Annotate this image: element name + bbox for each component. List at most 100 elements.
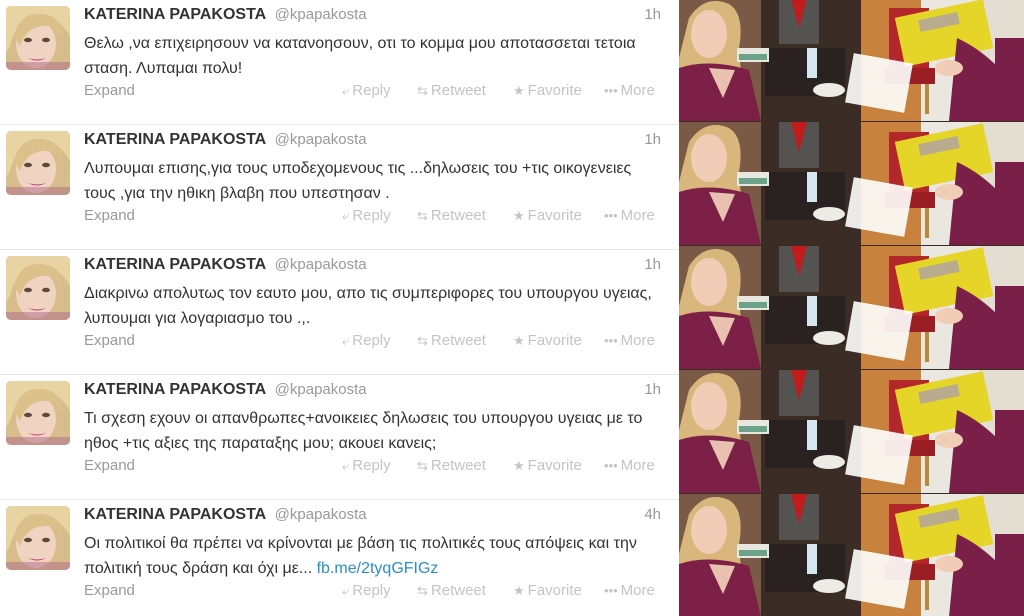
retweet-button[interactable]: ⇆ Retweet: [417, 82, 486, 99]
favorite-button[interactable]: ★ Favorite: [513, 207, 582, 224]
retweet-icon: ⇆: [417, 83, 428, 98]
tweet-item[interactable]: KATERINA PAPAKOSTA @kpapakosta 4h Οι πολ…: [0, 500, 679, 616]
reply-button[interactable]: ⤶ Reply: [342, 82, 391, 99]
tweet-text-body: Λυπουμαι επισης,για τους υποδεχομενους τ…: [84, 160, 632, 202]
reply-label: Reply: [352, 332, 391, 349]
reply-icon: ⤶: [342, 583, 350, 598]
avatar[interactable]: [6, 381, 70, 445]
more-label: More: [620, 207, 655, 224]
tweet-timestamp[interactable]: 1h: [644, 256, 661, 273]
favorite-button[interactable]: ★ Favorite: [513, 582, 582, 599]
author-handle[interactable]: @kpapakosta: [275, 381, 367, 398]
retweet-label: Retweet: [430, 82, 486, 99]
author-name[interactable]: KATERINA PAPAKOSTA: [84, 6, 266, 23]
avatar[interactable]: [6, 131, 70, 195]
retweet-button[interactable]: ⇆ Retweet: [417, 332, 486, 349]
favorite-button[interactable]: ★ Favorite: [513, 82, 582, 99]
tweet-actions: Expand ⤶ Reply ⇆ Retweet ★ Favorite ••• More: [84, 457, 661, 477]
retweet-icon: ⇆: [417, 583, 428, 598]
reply-button[interactable]: ⤶ Reply: [342, 457, 391, 474]
tweet-item[interactable]: KATERINA PAPAKOSTA @kpapakosta 1h Θελω ,…: [0, 0, 679, 125]
author-handle[interactable]: @kpapakosta: [275, 256, 367, 273]
favorite-label: Favorite: [527, 332, 582, 349]
tweet-actions: Expand ⤶ Reply ⇆ Retweet ★ Favorite ••• More: [84, 82, 661, 102]
star-icon: ★: [513, 208, 525, 223]
favorite-button[interactable]: ★ Favorite: [513, 457, 582, 474]
tweet-link[interactable]: fb.me/2tyqGFIGz: [317, 560, 439, 577]
retweet-icon: ⇆: [417, 208, 428, 223]
favorite-label: Favorite: [527, 582, 582, 599]
reply-label: Reply: [352, 82, 391, 99]
more-button[interactable]: ••• More: [604, 582, 655, 599]
tweet-actions: Expand ⤶ Reply ⇆ Retweet ★ Favorite ••• More: [84, 332, 661, 352]
tweet-text: Λυπουμαι επισης,για τους υποδεχομενους τ…: [84, 156, 654, 206]
reply-label: Reply: [352, 457, 391, 474]
tweet-timestamp[interactable]: 1h: [644, 381, 661, 398]
favorite-label: Favorite: [527, 82, 582, 99]
press-photo: [679, 0, 1024, 121]
retweet-label: Retweet: [430, 207, 486, 224]
more-dots-icon: •••: [604, 333, 618, 348]
retweet-button[interactable]: ⇆ Retweet: [417, 207, 486, 224]
reply-button[interactable]: ⤶ Reply: [342, 582, 391, 599]
more-button[interactable]: ••• More: [604, 207, 655, 224]
more-dots-icon: •••: [604, 208, 618, 223]
star-icon: ★: [513, 333, 525, 348]
reply-icon: ⤶: [342, 333, 350, 348]
tweet-text: Τι σχεση εχουν οι απανθρωπες+ανοικειες δ…: [84, 406, 654, 456]
reply-button[interactable]: ⤶ Reply: [342, 332, 391, 349]
author-handle[interactable]: @kpapakosta: [275, 506, 367, 523]
tweet-actions: Expand ⤶ Reply ⇆ Retweet ★ Favorite ••• More: [84, 207, 661, 227]
author-name[interactable]: KATERINA PAPAKOSTA: [84, 506, 266, 523]
more-label: More: [620, 82, 655, 99]
tweet-text: Οι πολιτικοί θα πρέπει να κρίνονται με β…: [84, 531, 654, 581]
retweet-button[interactable]: ⇆ Retweet: [417, 457, 486, 474]
star-icon: ★: [513, 583, 525, 598]
retweet-icon: ⇆: [417, 458, 428, 473]
tweet-timestamp[interactable]: 1h: [644, 131, 661, 148]
expand-link[interactable]: Expand: [84, 457, 135, 474]
expand-link[interactable]: Expand: [84, 332, 135, 349]
tweet-timestamp[interactable]: 1h: [644, 6, 661, 23]
author-name[interactable]: KATERINA PAPAKOSTA: [84, 381, 266, 398]
more-label: More: [620, 332, 655, 349]
photo-strip: [679, 0, 1024, 616]
press-photo: [679, 494, 1024, 616]
press-photo: [679, 370, 1024, 493]
tweet-timeline: KATERINA PAPAKOSTA @kpapakosta 1h Θελω ,…: [0, 0, 679, 616]
expand-link[interactable]: Expand: [84, 207, 135, 224]
author-name[interactable]: KATERINA PAPAKOSTA: [84, 256, 266, 273]
more-button[interactable]: ••• More: [604, 82, 655, 99]
expand-link[interactable]: Expand: [84, 82, 135, 99]
tweet-timestamp[interactable]: 4h: [644, 506, 661, 523]
more-dots-icon: •••: [604, 458, 618, 473]
avatar[interactable]: [6, 6, 70, 70]
retweet-button[interactable]: ⇆ Retweet: [417, 582, 486, 599]
more-button[interactable]: ••• More: [604, 457, 655, 474]
more-label: More: [620, 582, 655, 599]
tweet-text: Θελω ,να επιχειρησουν να κατανοησουν, οτ…: [84, 31, 654, 81]
reply-label: Reply: [352, 207, 391, 224]
retweet-label: Retweet: [430, 582, 486, 599]
favorite-label: Favorite: [527, 207, 582, 224]
retweet-icon: ⇆: [417, 333, 428, 348]
tweet-item[interactable]: KATERINA PAPAKOSTA @kpapakosta 1h Λυπουμ…: [0, 125, 679, 250]
avatar[interactable]: [6, 256, 70, 320]
more-button[interactable]: ••• More: [604, 332, 655, 349]
tweet-item[interactable]: KATERINA PAPAKOSTA @kpapakosta 1h Διακρι…: [0, 250, 679, 375]
tweet-text: Διακρινω απολυτως τον εαυτο μου, απο τις…: [84, 281, 654, 331]
tweet-item[interactable]: KATERINA PAPAKOSTA @kpapakosta 1h Τι σχε…: [0, 375, 679, 500]
star-icon: ★: [513, 83, 525, 98]
more-dots-icon: •••: [604, 583, 618, 598]
author-handle[interactable]: @kpapakosta: [275, 6, 367, 23]
reply-label: Reply: [352, 582, 391, 599]
reply-icon: ⤶: [342, 208, 350, 223]
author-handle[interactable]: @kpapakosta: [275, 131, 367, 148]
star-icon: ★: [513, 458, 525, 473]
expand-link[interactable]: Expand: [84, 582, 135, 599]
tweet-actions: Expand ⤶ Reply ⇆ Retweet ★ Favorite ••• More: [84, 582, 661, 602]
reply-button[interactable]: ⤶ Reply: [342, 207, 391, 224]
favorite-button[interactable]: ★ Favorite: [513, 332, 582, 349]
author-name[interactable]: KATERINA PAPAKOSTA: [84, 131, 266, 148]
avatar[interactable]: [6, 506, 70, 570]
